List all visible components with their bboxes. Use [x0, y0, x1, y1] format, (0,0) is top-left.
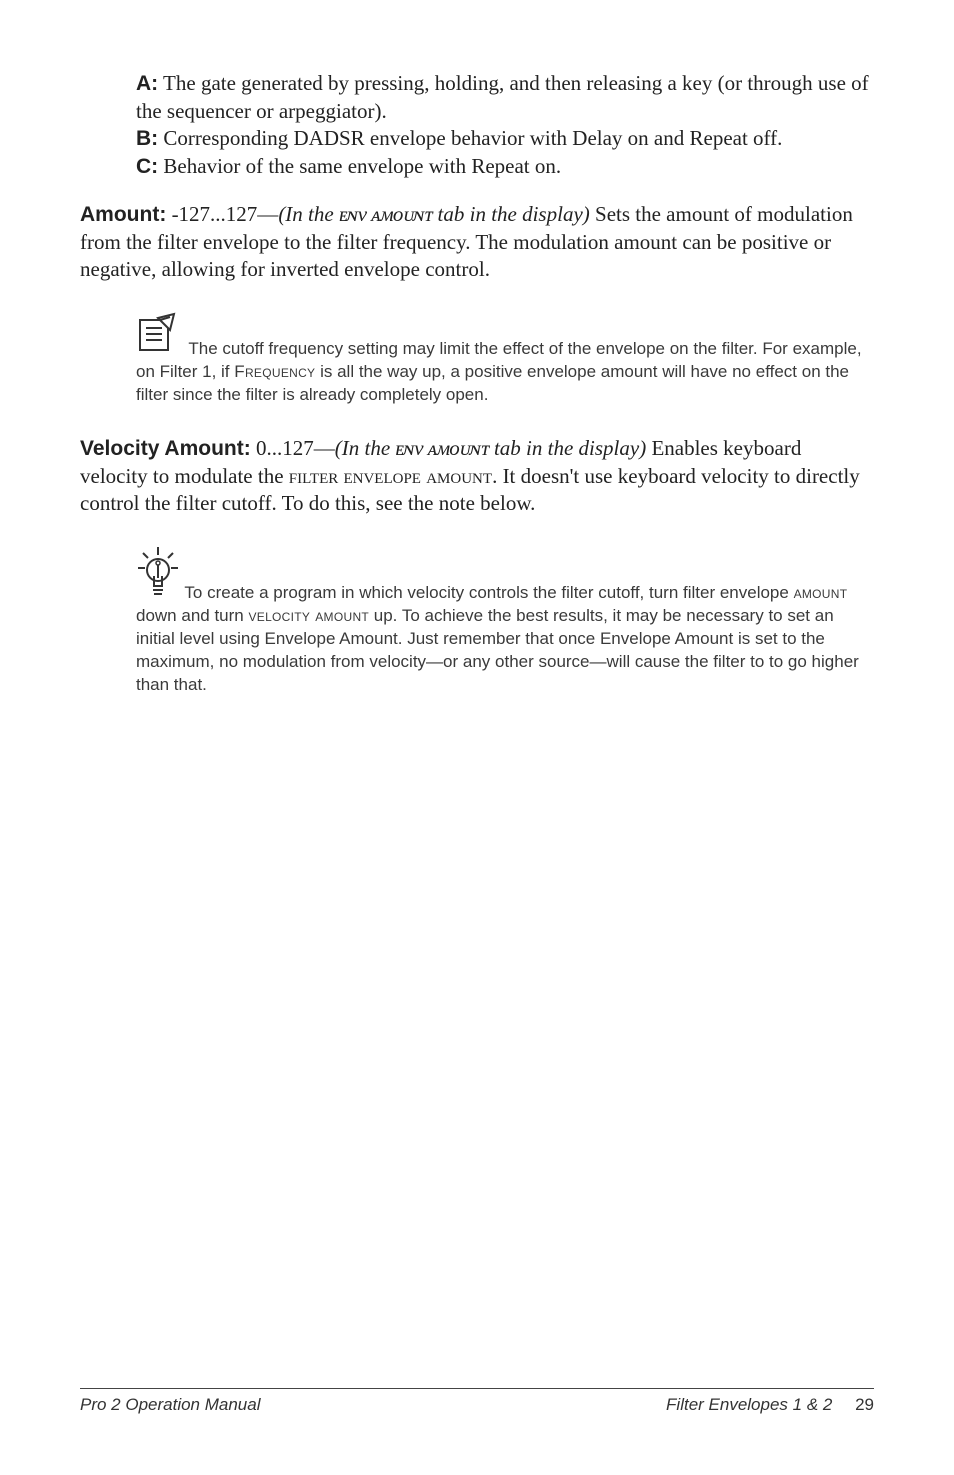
- definition-b: B: Corresponding DADSR envelope behavior…: [136, 125, 874, 153]
- footer-section-title: Filter Envelopes 1 & 2: [666, 1395, 832, 1414]
- velocity-range: 0...127—: [251, 436, 335, 460]
- velocity-ital: (In the ᴇɴᴠ ᴀᴍᴏᴜɴᴛ tab in the display): [335, 436, 646, 460]
- abc-definitions: A: The gate generated by pressing, holdi…: [136, 70, 874, 181]
- text-a: The gate generated by pressing, holding,…: [136, 71, 869, 123]
- label-c: C:: [136, 155, 158, 178]
- tip-sc1: amount: [794, 583, 848, 602]
- amount-range: -127...127—: [166, 202, 278, 226]
- tip-sc2: velocity amount: [248, 606, 369, 625]
- note-icon: [136, 312, 178, 361]
- velocity-label: Velocity Amount:: [80, 437, 251, 460]
- tip-pre: To create a program in which velocity co…: [184, 583, 793, 602]
- amount-paragraph: Amount: -127...127—(In the ᴇɴᴠ ᴀᴍᴏᴜɴᴛ ta…: [80, 201, 874, 284]
- note-cutoff: The cutoff frequency setting may limit t…: [136, 312, 874, 407]
- definition-c: C: Behavior of the same envelope with Re…: [136, 153, 874, 181]
- velocity-rest-sc: filter envelope amount: [289, 464, 492, 488]
- tip-velocity-cutoff: To create a program in which velocity co…: [136, 546, 874, 697]
- text-b: Corresponding DADSR envelope behavior wi…: [158, 126, 782, 150]
- note1-sc: Frequency: [234, 362, 315, 381]
- amount-ital: (In the ᴇɴᴠ ᴀᴍᴏᴜɴᴛ tab in the display): [278, 202, 589, 226]
- tip-mid1: down and turn: [136, 606, 248, 625]
- page-footer: Pro 2 Operation Manual Filter Envelopes …: [80, 1388, 874, 1415]
- amount-label: Amount:: [80, 203, 166, 226]
- label-a: A:: [136, 72, 158, 95]
- footer-page-number: 29: [855, 1395, 874, 1414]
- text-c: Behavior of the same envelope with Repea…: [158, 154, 561, 178]
- definition-a: A: The gate generated by pressing, holdi…: [136, 70, 874, 125]
- velocity-paragraph: Velocity Amount: 0...127—(In the ᴇɴᴠ ᴀᴍᴏ…: [80, 435, 874, 518]
- footer-left: Pro 2 Operation Manual: [80, 1395, 261, 1415]
- lightbulb-icon: [136, 583, 184, 602]
- label-b: B:: [136, 127, 158, 150]
- footer-right: Filter Envelopes 1 & 2 29: [666, 1395, 874, 1415]
